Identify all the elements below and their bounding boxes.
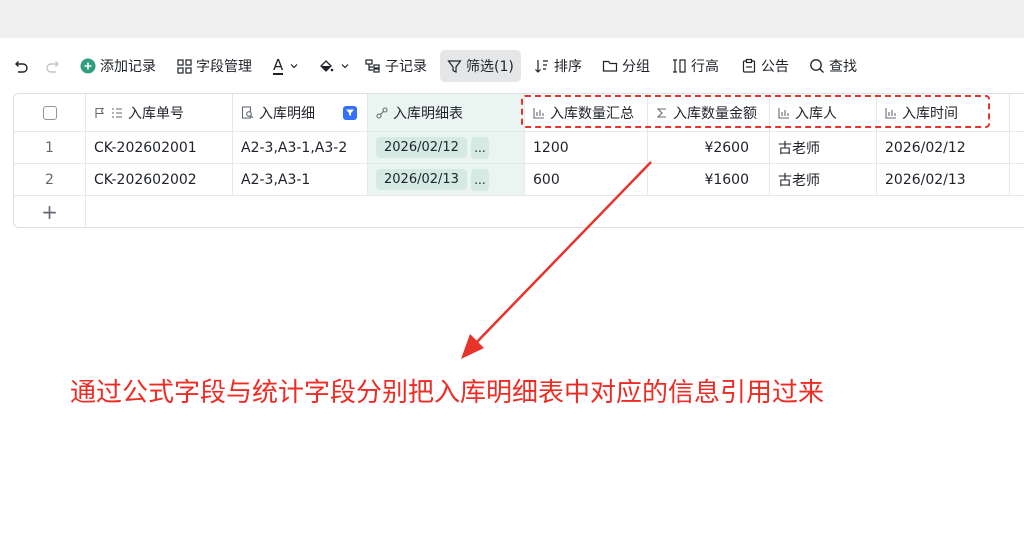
annotation-caption: 通过公式字段与统计字段分别把入库明细表中对应的信息引用过来: [70, 378, 825, 408]
annotation-arrow-icon: [461, 161, 652, 359]
